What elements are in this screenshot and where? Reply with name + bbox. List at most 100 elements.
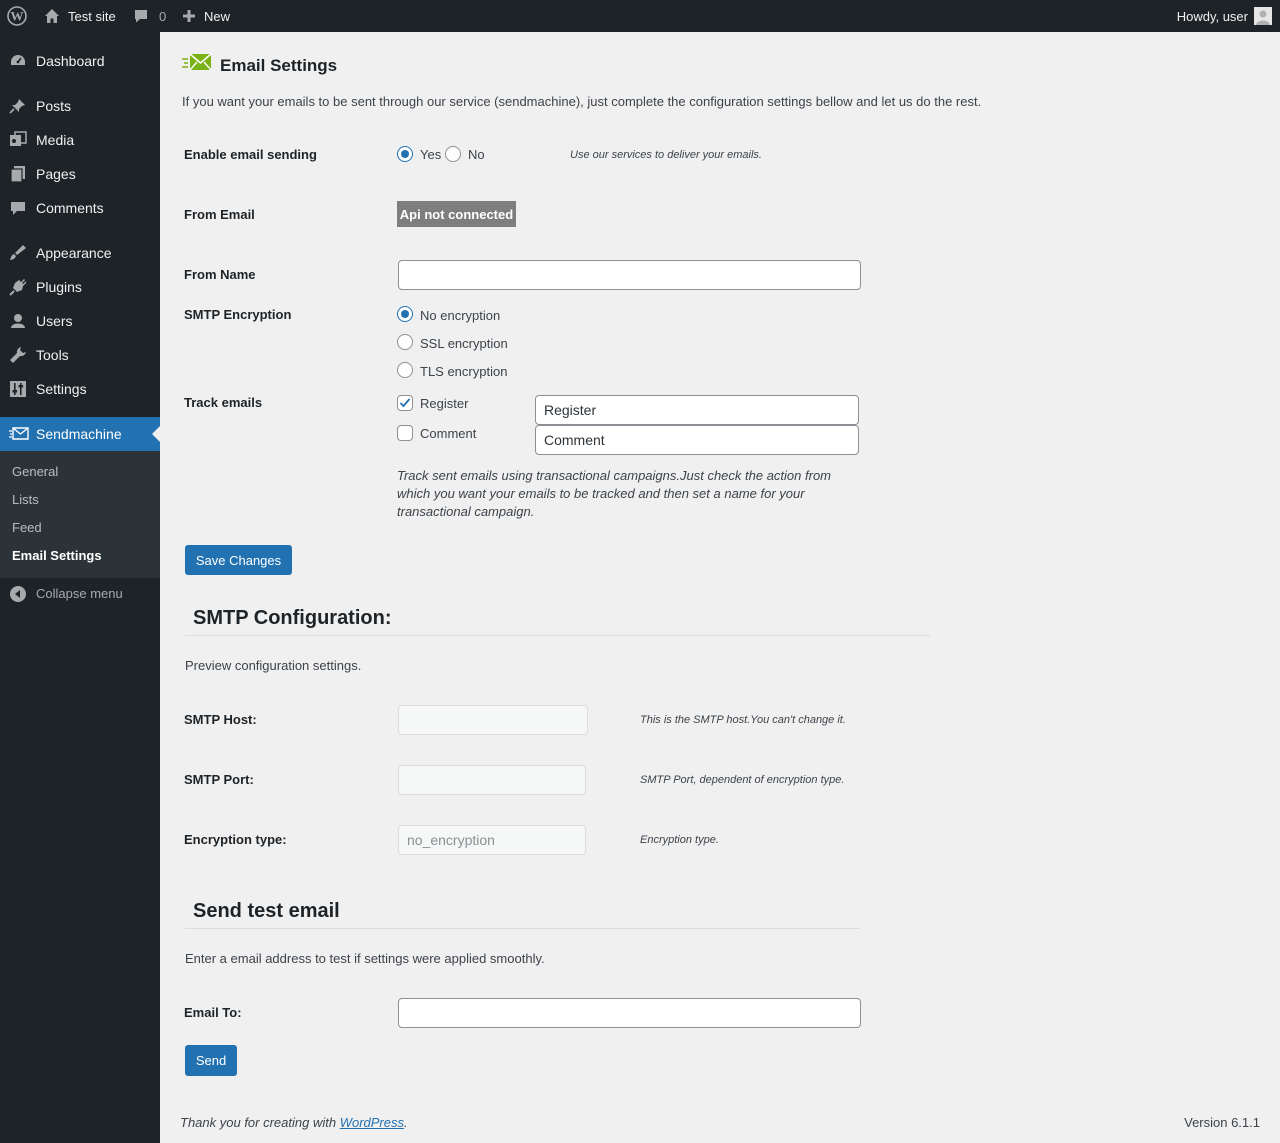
svg-text:W: W: [11, 9, 24, 24]
no-encryption-radio[interactable]: [397, 306, 413, 322]
sendmachine-submenu: General Lists Feed Email Settings: [0, 451, 160, 578]
test-intro: Enter a email address to test if setting…: [185, 951, 545, 966]
collapse-label: Collapse menu: [36, 586, 123, 601]
no-encryption-label: No encryption: [420, 308, 501, 323]
smtp-host-label: SMTP Host:: [184, 712, 257, 727]
smtp-host-input[interactable]: [398, 705, 588, 735]
enable-yes-label: Yes: [420, 147, 442, 162]
track-register-checkbox[interactable]: [397, 395, 413, 411]
smtp-intro: Preview configuration settings.: [185, 658, 362, 673]
sidebar-label-posts: Posts: [36, 98, 72, 114]
track-comment-label: Comment: [420, 426, 477, 441]
home-icon: [44, 8, 60, 24]
sendmachine-logo-icon: [182, 52, 212, 77]
footer-thanks-prefix: Thank you for creating with: [180, 1115, 340, 1130]
ssl-encryption-radio[interactable]: [397, 334, 413, 350]
enable-sending-label: Enable email sending: [184, 147, 317, 162]
sidebar-item-comments[interactable]: Comments: [0, 191, 160, 225]
send-button[interactable]: Send: [185, 1045, 237, 1076]
sidebar-item-appearance[interactable]: Appearance: [0, 236, 160, 270]
from-name-input[interactable]: [398, 260, 861, 290]
sidebar-label-tools: Tools: [36, 347, 69, 363]
sidebar-label-sendmachine: Sendmachine: [36, 426, 122, 442]
sidebar-label-plugins: Plugins: [36, 279, 82, 295]
track-description: Track sent emails using transactional ca…: [397, 468, 832, 519]
tls-encryption-label: TLS encryption: [420, 364, 508, 379]
wordpress-logo-icon[interactable]: W: [7, 0, 27, 32]
wrench-icon: [9, 346, 27, 364]
checkmark-icon: [399, 398, 411, 408]
sidebar-item-settings[interactable]: Settings: [0, 372, 160, 406]
encryption-type-description: Encryption type.: [640, 834, 719, 846]
submenu-general[interactable]: General: [12, 464, 58, 479]
sidebar-item-pages[interactable]: Pages: [0, 157, 160, 191]
plus-icon: [182, 9, 196, 23]
send-test-heading: Send test email: [193, 900, 340, 922]
sidebar-label-dashboard: Dashboard: [36, 53, 105, 69]
footer-version: Version 6.1.1: [1184, 1115, 1260, 1130]
email-to-label: Email To:: [184, 1005, 242, 1020]
sidebar-item-plugins[interactable]: Plugins: [0, 270, 160, 304]
howdy-text: Howdy, user: [1176, 8, 1248, 24]
sidebar-label-media: Media: [36, 132, 75, 148]
enable-no-label: No: [468, 147, 485, 162]
tls-encryption-radio[interactable]: [397, 362, 413, 378]
submenu-lists[interactable]: Lists: [12, 492, 39, 507]
collapse-menu-button[interactable]: Collapse menu: [0, 582, 160, 606]
sendmachine-icon: [9, 425, 29, 443]
submenu-feed[interactable]: Feed: [12, 520, 42, 535]
enable-description: Use our services to deliver your emails.: [570, 149, 762, 161]
wordpress-link[interactable]: WordPress: [340, 1115, 404, 1130]
account-menu[interactable]: Howdy, user: [1177, 0, 1272, 32]
smtp-port-input[interactable]: [398, 765, 586, 795]
track-comment-checkbox[interactable]: [397, 425, 413, 441]
smtp-port-label: SMTP Port:: [184, 772, 254, 787]
media-icon: [9, 131, 27, 149]
smtp-host-description: This is the SMTP host.You can't change i…: [640, 714, 846, 726]
sidebar-item-dashboard[interactable]: Dashboard: [0, 44, 160, 78]
track-emails-label: Track emails: [184, 395, 263, 410]
sidebar-item-sendmachine[interactable]: Sendmachine: [0, 417, 160, 451]
new-content-link[interactable]: New: [182, 0, 230, 32]
track-register-label: Register: [420, 396, 469, 411]
pin-icon: [9, 97, 27, 115]
user-icon: [9, 312, 27, 330]
page-intro: If you want your emails to be sent throu…: [182, 94, 982, 109]
new-label: New: [204, 8, 231, 24]
smtp-port-description: SMTP Port, dependent of encryption type.: [640, 774, 845, 786]
submenu-email-settings[interactable]: Email Settings: [12, 548, 102, 563]
enable-yes-radio[interactable]: [397, 146, 413, 162]
avatar: [1254, 7, 1272, 25]
collapse-arrow-icon: [10, 586, 26, 605]
sidebar-label-settings: Settings: [36, 381, 87, 397]
from-email-label: From Email: [184, 207, 255, 222]
sidebar-item-users[interactable]: Users: [0, 304, 160, 338]
sidebar-item-tools[interactable]: Tools: [0, 338, 160, 372]
from-name-label: From Name: [184, 267, 256, 282]
sidebar-label-pages: Pages: [36, 166, 76, 182]
test-divider: [185, 928, 860, 929]
site-name-link[interactable]: Test site: [44, 0, 116, 32]
email-to-input[interactable]: [398, 998, 861, 1028]
comment-icon: [9, 199, 27, 217]
track-comment-campaign-input[interactable]: [535, 425, 859, 455]
sidebar-item-posts[interactable]: Posts: [0, 89, 160, 123]
sidebar-label-comments: Comments: [36, 200, 104, 216]
api-status-badge: Api not connected: [397, 201, 516, 227]
encryption-type-input[interactable]: [398, 825, 586, 855]
track-register-campaign-input[interactable]: [535, 395, 859, 425]
encryption-type-label: Encryption type:: [184, 832, 287, 847]
brush-icon: [9, 244, 27, 262]
sidebar-label-users: Users: [36, 313, 73, 329]
save-changes-button[interactable]: Save Changes: [185, 545, 292, 575]
enable-no-radio[interactable]: [445, 146, 461, 162]
plug-icon: [9, 278, 27, 296]
sidebar-label-appearance: Appearance: [36, 245, 112, 261]
sliders-icon: [9, 380, 27, 398]
sidebar-item-media[interactable]: Media: [0, 123, 160, 157]
comments-link[interactable]: 0: [133, 0, 166, 32]
page-title: Email Settings: [220, 56, 338, 75]
footer-thanks-suffix: .: [404, 1115, 408, 1130]
smtp-encryption-label: SMTP Encryption: [184, 307, 292, 322]
admin-bar: W Test site 0 New Howdy, user: [0, 0, 1280, 32]
